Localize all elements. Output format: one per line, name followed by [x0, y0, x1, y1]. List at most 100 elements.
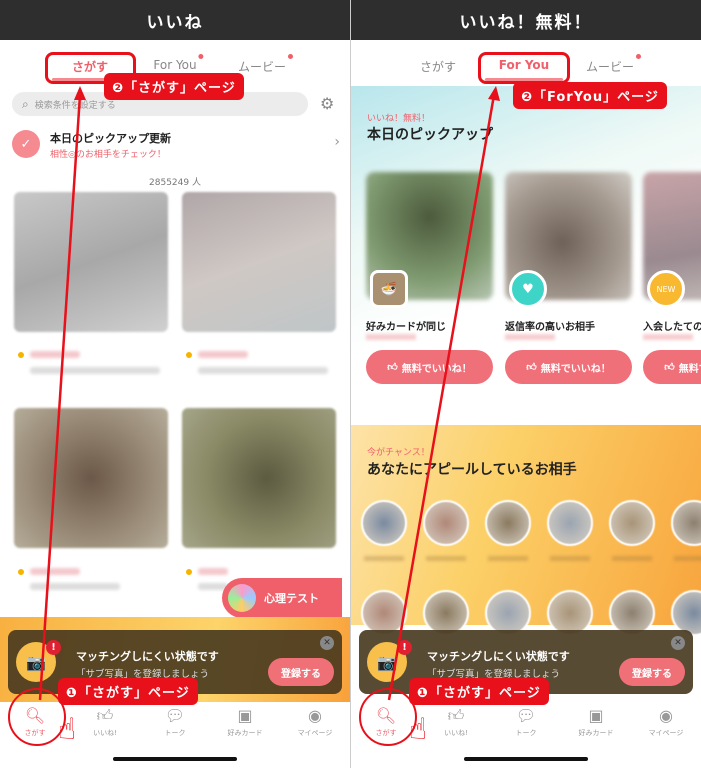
button-label: 無料でいいね！: [401, 363, 472, 375]
profile-message: [30, 367, 160, 374]
calendar-icon: ✓: [12, 130, 40, 158]
annotation-label-step1: ❶「さがす」ページ: [58, 678, 198, 705]
appeal-avatar[interactable]: [671, 500, 701, 546]
tabbar-like[interactable]: 👍︎ いいね!: [421, 702, 491, 746]
profile-photo[interactable]: [14, 192, 168, 332]
header-title: いいね: [0, 0, 350, 40]
thumbs-up-icon: 👍︎: [387, 362, 398, 373]
close-icon[interactable]: ✕: [320, 636, 334, 650]
notice-title: マッチングしにくい状態です: [427, 650, 570, 663]
for-you-screen: いいね！無料！ さがす For You ムービー いいね！無料！ 本日のピックア…: [351, 0, 701, 768]
notice-title: マッチングしにくい状態です: [76, 650, 219, 663]
profile-message: [198, 367, 328, 374]
annotation-label-step1: ❶「さがす」ページ: [409, 678, 549, 705]
profile-name: [198, 351, 248, 358]
online-dot: [18, 352, 24, 358]
free-like-button[interactable]: 👍︎無料でいいね！: [505, 350, 632, 384]
filter-icon[interactable]: ⚙: [320, 94, 334, 113]
tab-label: For You: [153, 58, 197, 72]
tabbar-talk[interactable]: 💬︎ トーク: [491, 702, 561, 746]
chat-icon: 💬︎: [164, 706, 186, 725]
pickup-card[interactable]: 🍜 好みカードが同じ 👍︎ 無料でいいね！: [366, 172, 493, 384]
user-icon: ◉: [308, 706, 322, 725]
tab-label: ムービー: [237, 60, 287, 74]
tab-sagasu[interactable]: さがす: [420, 58, 456, 75]
new-icon: NEW: [647, 270, 685, 308]
section-title: あなたにアピールしているお相手: [367, 462, 577, 478]
appeal-name: [674, 556, 701, 561]
home-indicator: [113, 757, 237, 761]
button-label: 無料でいいね！: [540, 363, 611, 375]
appeal-name: [364, 556, 404, 561]
profile-photo[interactable]: [182, 408, 336, 548]
alert-icon: !: [46, 640, 61, 655]
header-title: いいね！無料！: [351, 0, 701, 40]
heart-chat-icon: ♥: [509, 270, 547, 308]
card-label: 好みカードが同じ: [366, 322, 446, 333]
sagasu-screen: いいね さがす For You ムービー ⌕ 検索条件を設定する ⚙ ✓ 本日のピ…: [0, 0, 350, 768]
tab-label: さがす: [419, 60, 457, 74]
appeal-avatar[interactable]: [609, 500, 655, 546]
tabbar-label: 好みカード: [227, 729, 263, 737]
profile-name: [30, 351, 80, 358]
tab-movie[interactable]: ムービー: [237, 54, 294, 75]
tab-movie[interactable]: ムービー: [586, 54, 642, 75]
tabbar-label: いいね!: [444, 729, 468, 737]
appeal-avatar[interactable]: [547, 500, 593, 546]
appeal-avatar[interactable]: [485, 500, 531, 546]
pickup-card[interactable]: ♥ 返信率の高いお相手 👍︎ 無料でいいね！: [505, 172, 632, 384]
tabbar-talk[interactable]: 💬︎ トーク: [140, 702, 210, 746]
tabbar-like[interactable]: 👍︎ いいね!: [70, 702, 140, 746]
home-indicator: [464, 757, 588, 761]
free-like-button[interactable]: 👍︎無料でいいね！: [643, 350, 701, 384]
register-button[interactable]: 登録する: [619, 658, 685, 686]
card-profile-info: [505, 334, 555, 340]
tabbar-label: トーク: [164, 729, 186, 737]
card-label: 返信率の高いお相手: [505, 322, 595, 333]
pointing-hand-icon: ☝: [58, 712, 77, 747]
pickup-subtitle: 相性◎のお相手をチェック！: [50, 150, 166, 160]
user-icon: ◉: [659, 706, 673, 725]
profile-photo[interactable]: [14, 408, 168, 548]
psych-test-icon: [228, 584, 256, 612]
tab-for-you[interactable]: For You: [153, 54, 204, 72]
online-dot: [186, 352, 192, 358]
tabbar-label: トーク: [515, 729, 537, 737]
annotation-label-step2: ❷「さがす」ページ: [104, 73, 244, 100]
badge-dot: [636, 54, 642, 59]
free-like-button[interactable]: 👍︎無料でいいね！: [366, 350, 493, 384]
member-count: 2855249 人: [149, 178, 201, 188]
appeal-name: [612, 556, 652, 561]
card-icon: ▣: [588, 706, 604, 725]
section-title: 本日のピックアップ: [367, 127, 493, 143]
profile-name: [198, 568, 228, 575]
card-profile-info: [366, 334, 416, 340]
section-kicker: 今がチャンス！: [367, 448, 430, 458]
chat-icon: 💬︎: [515, 706, 537, 725]
profile-message: [30, 583, 120, 590]
appeal-name: [488, 556, 528, 561]
search-icon: ⌕: [22, 96, 29, 111]
tabbar-mypage[interactable]: ◉ マイページ: [280, 702, 350, 746]
psych-test-button[interactable]: 心理テスト: [222, 578, 342, 618]
appeal-name: [426, 556, 466, 561]
pickup-card[interactable]: NEW 入会したての 👍︎無料でいいね！: [643, 172, 701, 384]
thumbs-up-icon: 👍︎: [96, 706, 114, 725]
close-icon[interactable]: ✕: [671, 636, 685, 650]
tabbar-label: マイページ: [297, 729, 333, 737]
pickup-update-row[interactable]: ✓ 本日のピックアップ更新 相性◎のお相手をチェック！ ›: [12, 128, 342, 162]
profile-photo[interactable]: [182, 192, 336, 332]
appeal-avatar[interactable]: [423, 500, 469, 546]
tabbar-cards[interactable]: ▣ 好みカード: [210, 702, 280, 746]
annotation-label-step2: ❷「ForYou」ページ: [513, 82, 667, 109]
section-kicker: いいね！無料！: [367, 114, 431, 124]
register-button[interactable]: 登録する: [268, 658, 334, 686]
appeal-avatar[interactable]: [361, 500, 407, 546]
annotation-highlight-tab: [478, 52, 570, 84]
badge-dot: [198, 54, 204, 59]
tabbar-label: 好みカード: [578, 729, 614, 737]
thumbs-up-icon: 👍︎: [447, 706, 465, 725]
card-label: 入会したての: [643, 322, 701, 333]
tabbar-cards[interactable]: ▣ 好みカード: [561, 702, 631, 746]
tabbar-mypage[interactable]: ◉ マイページ: [631, 702, 701, 746]
